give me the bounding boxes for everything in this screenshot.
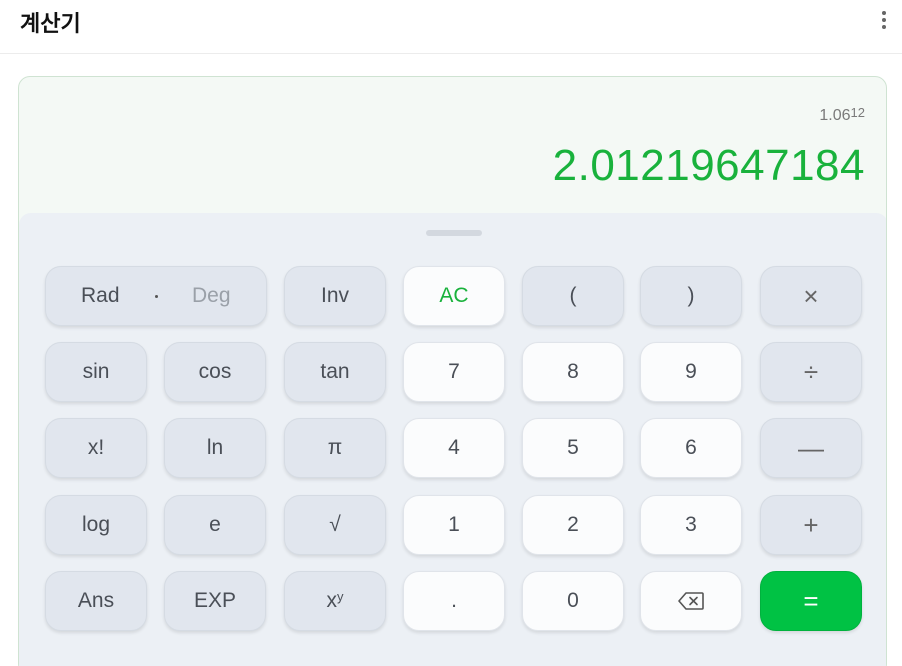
multiply-button[interactable]: × <box>760 266 862 326</box>
minus-button[interactable]: — <box>760 418 862 478</box>
rad-deg-toggle: Rad Deg <box>45 266 267 326</box>
equals-button[interactable]: = <box>760 571 862 631</box>
toggle-separator-dot <box>155 295 158 298</box>
sin-button[interactable]: sin <box>45 342 147 402</box>
digit-1-button[interactable]: 1 <box>403 495 505 555</box>
more-vertical-icon[interactable] <box>876 8 892 32</box>
digit-6-button[interactable]: 6 <box>640 418 742 478</box>
result-display: 2.01219647184 <box>552 141 865 190</box>
digit-8-button[interactable]: 8 <box>522 342 624 402</box>
digit-7-button[interactable]: 7 <box>403 342 505 402</box>
pi-button[interactable]: π <box>284 418 386 478</box>
plus-button[interactable]: + <box>760 495 862 555</box>
drag-handle[interactable] <box>426 230 482 236</box>
app-header: 계산기 <box>0 0 902 54</box>
inv-button[interactable]: Inv <box>284 266 386 326</box>
ln-button[interactable]: ln <box>164 418 266 478</box>
digit-0-button[interactable]: 0 <box>522 571 624 631</box>
log-button[interactable]: log <box>45 495 147 555</box>
power-base-label: x <box>326 589 338 612</box>
rad-button[interactable]: Rad <box>81 284 120 308</box>
tan-button[interactable]: tan <box>284 342 386 402</box>
backspace-icon <box>678 592 704 610</box>
backspace-button[interactable] <box>640 571 742 631</box>
digit-2-button[interactable]: 2 <box>522 495 624 555</box>
all-clear-button[interactable]: AC <box>403 266 505 326</box>
ans-button[interactable]: Ans <box>45 571 147 631</box>
cos-button[interactable]: cos <box>164 342 266 402</box>
power-button[interactable]: xy <box>284 571 386 631</box>
digit-3-button[interactable]: 3 <box>640 495 742 555</box>
digit-5-button[interactable]: 5 <box>522 418 624 478</box>
close-paren-button[interactable]: ) <box>640 266 742 326</box>
divide-button[interactable]: ÷ <box>760 342 862 402</box>
exp-button[interactable]: EXP <box>164 571 266 631</box>
expression-exponent: 12 <box>850 105 865 120</box>
page-title: 계산기 <box>20 12 81 37</box>
keypad: Rad Deg Inv AC ( ) × sin cos tan 7 8 9 ÷… <box>19 213 886 666</box>
digit-9-button[interactable]: 9 <box>640 342 742 402</box>
calculator-card: 1.0612 2.01219647184 Rad Deg Inv AC ( ) … <box>18 76 887 666</box>
sqrt-button[interactable]: √ <box>284 495 386 555</box>
e-button[interactable]: e <box>164 495 266 555</box>
expression-display: 1.0612 <box>819 105 865 125</box>
power-exp-label: y <box>337 588 344 604</box>
expression-base: 1.06 <box>819 107 851 124</box>
deg-button[interactable]: Deg <box>192 284 231 308</box>
digit-4-button[interactable]: 4 <box>403 418 505 478</box>
factorial-button[interactable]: x! <box>45 418 147 478</box>
decimal-button[interactable]: . <box>403 571 505 631</box>
open-paren-button[interactable]: ( <box>522 266 624 326</box>
